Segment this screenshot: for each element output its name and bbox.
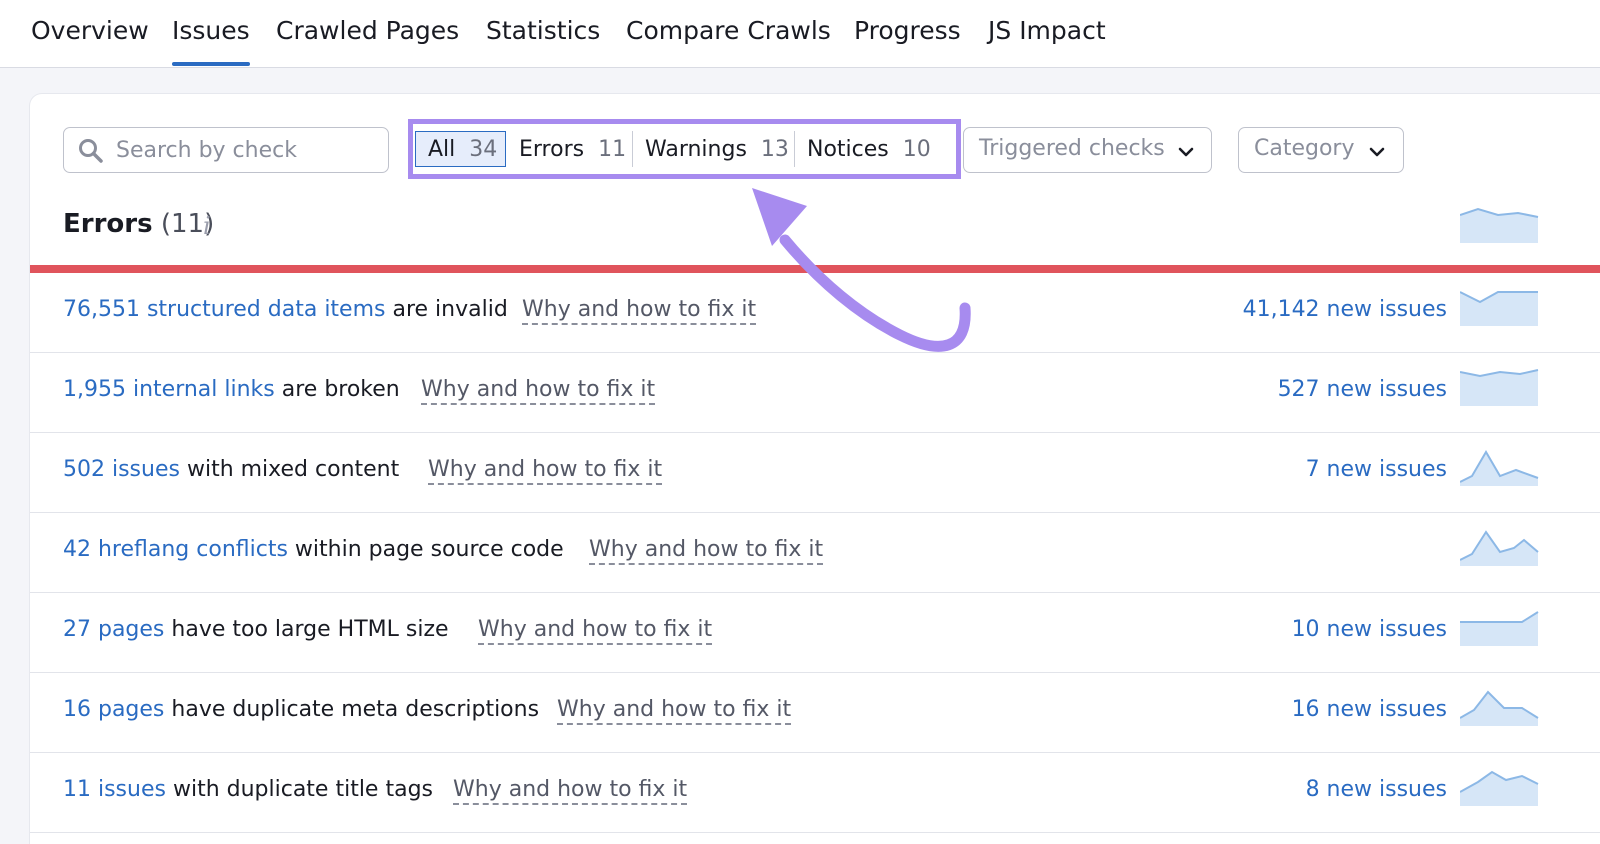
filter-all-count: 34 — [469, 136, 498, 162]
filter-notices-count: 10 — [902, 136, 931, 162]
issue-row: 27 pages have too large HTML size Why an… — [30, 593, 1600, 673]
filter-warnings-label: Warnings — [645, 136, 747, 162]
filter-warnings-count: 13 — [760, 136, 789, 162]
issue-description: 76,551 structured data items are invalid — [63, 297, 508, 322]
triggered-checks-dropdown[interactable]: Triggered checks — [963, 127, 1212, 173]
issue-description: 11 issues with duplicate title tags — [63, 777, 433, 802]
tab-progress[interactable]: Progress — [854, 16, 961, 45]
issue-link[interactable]: 16 pages — [63, 697, 164, 722]
tab-js-impact[interactable]: JS Impact — [988, 16, 1106, 45]
issue-text: are invalid — [385, 297, 508, 322]
tab-crawled-pages[interactable]: Crawled Pages — [276, 16, 459, 45]
filter-notices[interactable]: Notices 10 — [795, 131, 943, 167]
sparkline — [1460, 530, 1539, 566]
sparkline-header — [1460, 207, 1539, 243]
error-severity-bar — [30, 265, 1600, 273]
issue-link[interactable]: 27 pages — [63, 617, 164, 642]
section-title-text: Errors — [63, 209, 153, 239]
issue-description: 16 pages have duplicate meta description… — [63, 697, 539, 722]
issue-text: have duplicate meta descriptions — [164, 697, 540, 722]
issue-row: 16 pages have duplicate meta description… — [30, 673, 1600, 753]
filter-all-label: All — [428, 136, 456, 162]
issue-row: 42 hreflang conflicts within page source… — [30, 513, 1600, 593]
why-fix-link[interactable]: Why and how to fix it — [589, 537, 824, 565]
issue-row: 1,955 internal links are broken Why and … — [30, 353, 1600, 433]
filter-errors[interactable]: Errors 11 — [507, 131, 638, 167]
section-title: Errors (11) — [63, 209, 214, 239]
issue-row: 502 issues with mixed content Why and ho… — [30, 433, 1600, 513]
new-issues-link[interactable]: 527 new issues — [1278, 377, 1447, 402]
sparkline — [1460, 450, 1539, 486]
why-fix-link[interactable]: Why and how to fix it — [428, 457, 663, 485]
chevron-down-icon — [1178, 147, 1194, 157]
issue-description: 1,955 internal links are broken — [63, 377, 400, 402]
issue-row: 11 issues with duplicate title tags Why … — [30, 753, 1600, 833]
triggered-checks-label: Triggered checks — [979, 136, 1165, 161]
new-issues-link[interactable]: 8 new issues — [1306, 777, 1447, 802]
top-nav: Overview Issues Crawled Pages Statistics… — [0, 0, 1600, 68]
category-dropdown[interactable]: Category — [1238, 127, 1404, 173]
search-input[interactable] — [116, 134, 376, 166]
sparkline — [1460, 611, 1539, 646]
category-label: Category — [1254, 136, 1355, 161]
tab-compare-crawls[interactable]: Compare Crawls — [626, 16, 831, 45]
filter-errors-label: Errors — [519, 136, 585, 162]
new-issues-link[interactable]: 7 new issues — [1306, 457, 1447, 482]
search-icon — [79, 139, 103, 163]
sparkline — [1460, 770, 1539, 806]
sparkline — [1460, 291, 1538, 326]
why-fix-link[interactable]: Why and how to fix it — [478, 617, 713, 645]
why-fix-link[interactable]: Why and how to fix it — [453, 777, 688, 805]
issue-link[interactable]: 11 issues — [63, 777, 166, 802]
issue-text: with mixed content — [179, 457, 400, 482]
issue-link[interactable]: 1,955 internal links — [63, 377, 275, 402]
issue-link[interactable]: 502 issues — [63, 457, 180, 482]
info-icon[interactable]: i — [203, 212, 211, 240]
new-issues-link[interactable]: 10 new issues — [1292, 617, 1447, 642]
issue-text: with duplicate title tags — [165, 777, 433, 802]
filter-errors-count: 11 — [598, 136, 627, 162]
new-issues-link[interactable]: 41,142 new issues — [1243, 297, 1447, 322]
why-fix-link[interactable]: Why and how to fix it — [421, 377, 656, 405]
issue-description: 42 hreflang conflicts within page source… — [63, 537, 564, 562]
issue-text: are broken — [274, 377, 400, 402]
issue-row: 76,551 structured data items are invalid… — [30, 273, 1600, 353]
tab-overview[interactable]: Overview — [31, 16, 149, 45]
filter-all[interactable]: All 34 — [415, 131, 506, 167]
new-issues-link[interactable]: 16 new issues — [1292, 697, 1447, 722]
issue-description: 502 issues with mixed content — [63, 457, 399, 482]
filter-notices-label: Notices — [807, 136, 889, 162]
why-fix-link[interactable]: Why and how to fix it — [557, 697, 792, 725]
issue-description: 27 pages have too large HTML size — [63, 617, 449, 642]
sparkline — [1460, 690, 1539, 726]
chevron-down-icon — [1369, 147, 1385, 157]
issue-text: within page source code — [287, 537, 564, 562]
sparkline — [1460, 369, 1539, 406]
why-fix-link[interactable]: Why and how to fix it — [522, 297, 757, 325]
issue-link[interactable]: 42 hreflang conflicts — [63, 537, 288, 562]
filter-warnings[interactable]: Warnings 13 — [633, 131, 801, 167]
issue-text: have too large HTML size — [164, 617, 449, 642]
search-box[interactable] — [63, 127, 389, 173]
issue-type-filter: All 34 Errors 11 Warnings 13 Notices 10 — [408, 119, 961, 179]
tab-issues[interactable]: Issues — [172, 16, 250, 66]
tab-statistics[interactable]: Statistics — [486, 16, 600, 45]
issue-link[interactable]: 76,551 structured data items — [63, 297, 385, 322]
